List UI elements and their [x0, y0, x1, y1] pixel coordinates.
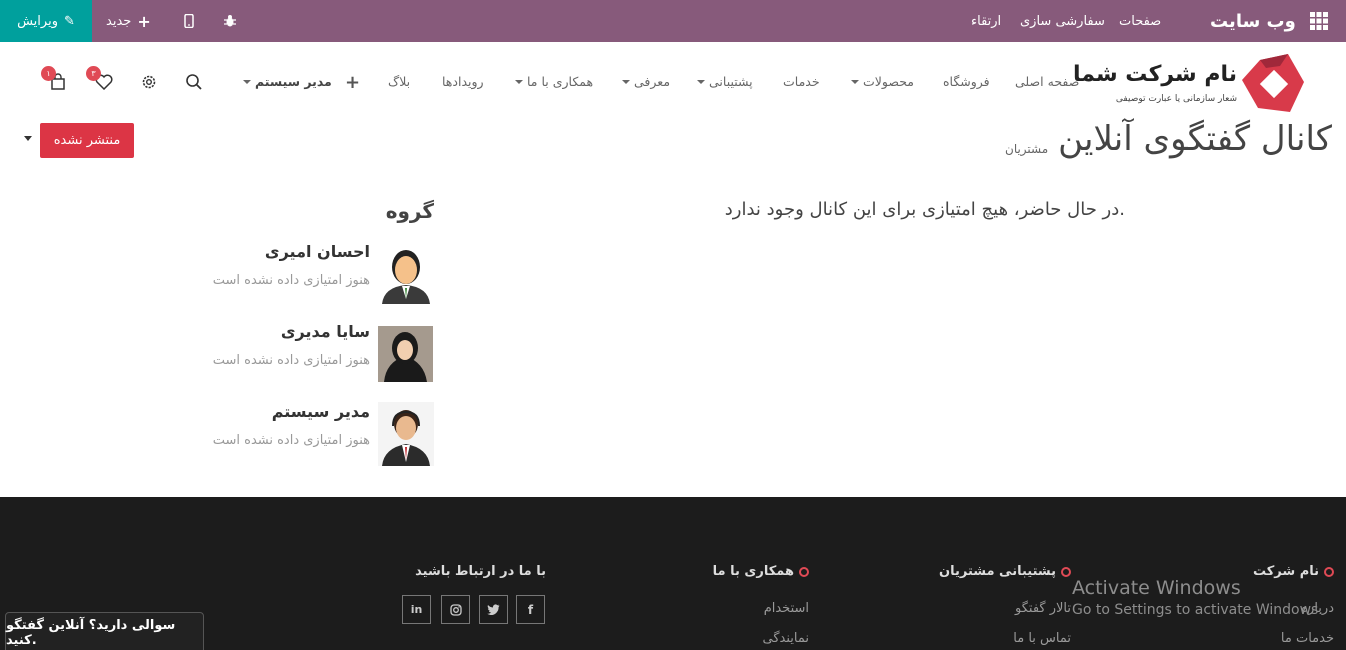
nav-shop-label: فروشگاه: [943, 74, 990, 89]
cart-count-badge: ۱: [41, 66, 56, 81]
nav-home-label: صفحه اصلی: [1015, 74, 1080, 89]
nav-careers-label: همکاری با ما: [527, 74, 594, 89]
member-status: هنوز امتیازی داده نشده است: [212, 433, 370, 448]
footer-link-agency[interactable]: نمایندگی: [763, 631, 809, 646]
nav-about[interactable]: معرفی: [622, 74, 670, 89]
wishlist-count-badge: ۳: [86, 66, 101, 81]
nav-support-label: پشتیبانی: [709, 74, 753, 89]
footer-col-support-label: پشتیبانی مشتریان: [939, 564, 1056, 579]
nav-shop[interactable]: فروشگاه: [943, 74, 990, 89]
website-menu[interactable]: وب سایت: [1210, 0, 1328, 42]
circle-icon: [1061, 566, 1071, 577]
nav-products[interactable]: محصولات: [851, 74, 914, 89]
logo-mark-icon: [1242, 54, 1304, 112]
livechat-button[interactable]: سوالی دارید؟ آنلاین گفتگو کنید.: [5, 612, 204, 650]
page-subtitle: مشتریان: [1005, 142, 1049, 156]
debug-button[interactable]: [223, 0, 237, 42]
nav-events[interactable]: رویدادها: [442, 74, 484, 89]
menu-upgrade[interactable]: ارتقاء: [971, 0, 1001, 42]
menu-customize-label: سفارشی سازی: [1020, 13, 1105, 29]
footer-col-careers-title: همکاری با ما: [713, 564, 809, 579]
nav-about-label: معرفی: [634, 74, 671, 89]
facebook-icon[interactable]: f: [516, 595, 545, 624]
footer-link-contact[interactable]: تماس با ما: [1013, 631, 1071, 646]
logo-tagline: شعار سازمانی یا عبارت توصیفی: [1115, 94, 1237, 104]
member-name[interactable]: مدیر سیستم: [272, 402, 370, 421]
company-logo[interactable]: نام شرکت شما شعار سازمانی یا عبارت توصیف…: [1073, 52, 1309, 114]
unpublished-button[interactable]: منتشر نشده: [40, 123, 134, 158]
footer-link-our-services[interactable]: خدمات ما: [1281, 631, 1334, 646]
member-status: هنوز امتیازی داده نشده است: [212, 353, 370, 368]
chevron-down-icon: [622, 79, 630, 84]
plus-icon: +: [137, 11, 151, 31]
mobile-icon: [184, 14, 194, 28]
menu-pages-label: صفحات: [1119, 13, 1162, 29]
linkedin-icon[interactable]: in: [402, 595, 431, 624]
chevron-down-icon: [851, 79, 859, 84]
nav-services-label: خدمات: [783, 74, 820, 89]
avatar[interactable]: [378, 402, 434, 466]
avatar[interactable]: [378, 241, 434, 304]
nav-careers[interactable]: همکاری با ما: [515, 74, 593, 89]
member-name[interactable]: سایا مدیری: [281, 322, 370, 341]
pencil-icon: ✎: [63, 13, 75, 29]
chevron-down-icon: [243, 79, 251, 84]
footer-col-company-label: نام شرکت: [1252, 564, 1319, 579]
user-name: مدیر سیستم: [255, 74, 332, 89]
female-avatar-icon: [384, 332, 427, 382]
group-title: گروه: [385, 199, 434, 223]
chevron-down-icon: [515, 79, 523, 84]
nav-blog[interactable]: بلاگ: [388, 74, 410, 89]
apps-grid-icon: [1309, 12, 1328, 30]
nav-services[interactable]: خدمات: [783, 74, 820, 89]
footer-col-careers-label: همکاری با ما: [712, 564, 794, 579]
logo-name: نام شرکت شما: [1072, 62, 1237, 87]
new-label: جدید: [106, 13, 132, 29]
member-status: هنوز امتیازی داده نشده است: [212, 273, 370, 288]
edit-button[interactable]: ویرایش ✎: [0, 0, 92, 42]
website-brand: وب سایت: [1210, 10, 1296, 32]
nav-add-button[interactable]: +: [345, 72, 360, 93]
menu-upgrade-label: ارتقاء: [971, 13, 1002, 29]
user-menu[interactable]: مدیر سیستم: [243, 74, 332, 89]
footer-link-jobs[interactable]: استخدام: [764, 601, 809, 616]
publish-dropdown-caret-icon[interactable]: [24, 136, 32, 141]
page-title: کانال گفتگوی آنلاین: [1058, 119, 1332, 159]
mobile-preview-button[interactable]: [184, 0, 194, 42]
activate-windows-watermark-title: Activate Windows: [1072, 577, 1241, 599]
gear-icon: [142, 75, 156, 89]
footer-col-contact-label: با ما در ارتباط باشید: [415, 564, 546, 579]
chevron-down-icon: [697, 79, 705, 84]
support-agent-avatar-icon: [382, 410, 430, 466]
settings-button[interactable]: [137, 70, 161, 94]
bug-icon: [224, 15, 236, 27]
menu-customize[interactable]: سفارشی سازی: [1020, 0, 1105, 42]
circle-icon: [1324, 566, 1334, 577]
circle-icon: [799, 566, 809, 577]
no-points-message: در حال حاضر، هیچ امتیازی برای این کانال …: [724, 199, 1125, 220]
instagram-icon[interactable]: [441, 595, 470, 624]
edit-label: ویرایش: [17, 13, 58, 29]
menu-pages[interactable]: صفحات: [1119, 0, 1161, 42]
nav-products-label: محصولات: [863, 74, 914, 89]
search-button[interactable]: [182, 70, 206, 94]
search-icon: [186, 74, 202, 90]
footer-col-company-title: نام شرکت: [1253, 564, 1334, 579]
footer-col-support-title: پشتیبانی مشتریان: [939, 564, 1071, 579]
admin-bar: ویرایش ✎ جدید + ارتقاء سفارشی سازی صفحات…: [0, 0, 1346, 42]
avatar[interactable]: [378, 326, 433, 382]
nav-home[interactable]: صفحه اصلی: [1015, 74, 1079, 89]
footer-col-contact-title: با ما در ارتباط باشید: [415, 564, 546, 579]
activate-windows-watermark-subtitle: Go to Settings to activate Windows.: [1072, 602, 1323, 618]
nav-support[interactable]: پشتیبانی: [697, 74, 753, 89]
nav-blog-label: بلاگ: [388, 74, 411, 89]
nav-events-label: رویدادها: [442, 74, 484, 89]
plus-icon: +: [345, 72, 361, 93]
twitter-icon[interactable]: [479, 595, 508, 624]
footer-link-forum[interactable]: تالار گفتگو: [1015, 601, 1071, 616]
male-avatar-icon: [382, 250, 430, 304]
new-button[interactable]: جدید +: [106, 0, 151, 42]
member-name[interactable]: احسان امیری: [265, 242, 370, 261]
